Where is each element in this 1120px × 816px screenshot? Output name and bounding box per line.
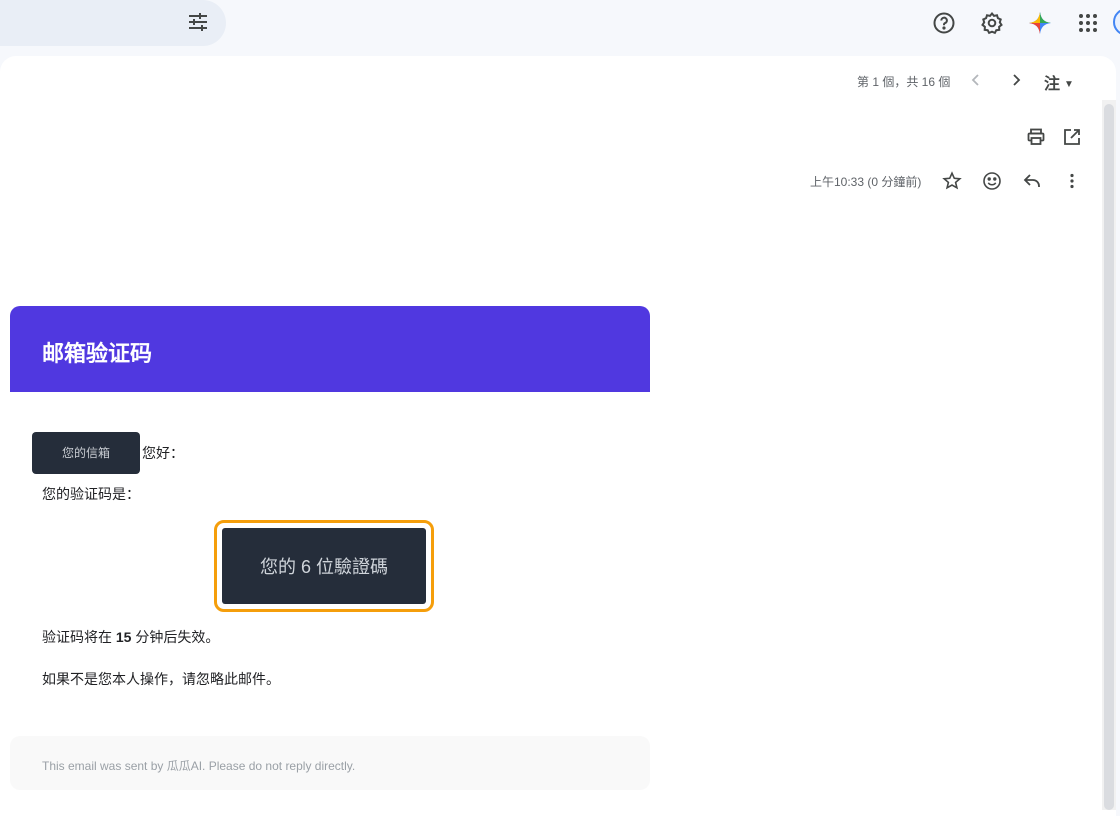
input-method-label: 注 <box>1044 76 1061 93</box>
expiry-prefix: 验证码将在 <box>42 629 116 645</box>
print-icon[interactable] <box>1026 127 1046 147</box>
email-header-banner: 邮箱验证码 <box>10 306 650 392</box>
chevron-right-icon[interactable] <box>1006 70 1026 90</box>
scrollbar-thumb[interactable] <box>1104 104 1114 810</box>
gemini-sparkle-icon[interactable] <box>1028 11 1052 35</box>
apps-grid-icon[interactable] <box>1076 11 1100 35</box>
greeting-line: 您的信箱 您好： <box>32 432 184 474</box>
emoji-icon[interactable] <box>982 171 1002 191</box>
account-avatar[interactable] <box>1113 8 1120 36</box>
verification-code: 您的 6 位驗證碼 <box>222 528 426 604</box>
expiry-minutes: 15 <box>115 629 132 645</box>
masked-email-badge: 您的信箱 <box>32 432 140 474</box>
input-method-selector[interactable]: 注 ▼ <box>1044 70 1074 94</box>
star-icon[interactable] <box>942 171 962 191</box>
code-intro-text: 您的验证码是： <box>42 486 140 502</box>
more-vert-icon[interactable] <box>1062 171 1082 191</box>
footer-text: This email was sent by 瓜瓜AI. Please do n… <box>42 759 356 773</box>
caret-down-icon: ▼ <box>1064 79 1074 90</box>
tune-icon[interactable] <box>186 10 210 34</box>
verification-code-highlight: 您的 6 位驗證碼 <box>214 520 434 612</box>
email-body: 您的信箱 您好： 您的验证码是： 您的 6 位驗證碼 验证码将在 15 分钟后失效… <box>10 392 650 702</box>
email-footer: This email was sent by 瓜瓜AI. Please do n… <box>10 736 650 790</box>
top-bar <box>0 0 1120 56</box>
ignore-note: 如果不是您本人操作，请忽略此邮件。 <box>42 671 280 687</box>
greeting-suffix: 您好： <box>142 445 184 461</box>
pager-count: 第 1 個，共 16 個 <box>857 75 951 89</box>
chevron-left-icon[interactable] <box>966 70 986 90</box>
email-title: 邮箱验证码 <box>42 341 153 366</box>
open-in-new-icon[interactable] <box>1062 127 1082 147</box>
expiry-text: 验证码将在 15 分钟后失效。 <box>42 627 219 647</box>
reply-icon[interactable] <box>1022 171 1042 191</box>
expiry-suffix: 分钟后失效。 <box>131 629 220 645</box>
help-icon[interactable] <box>932 11 956 35</box>
message-time: 上午10:33 (0 分鐘前) <box>810 175 922 189</box>
gear-icon[interactable] <box>980 11 1004 35</box>
